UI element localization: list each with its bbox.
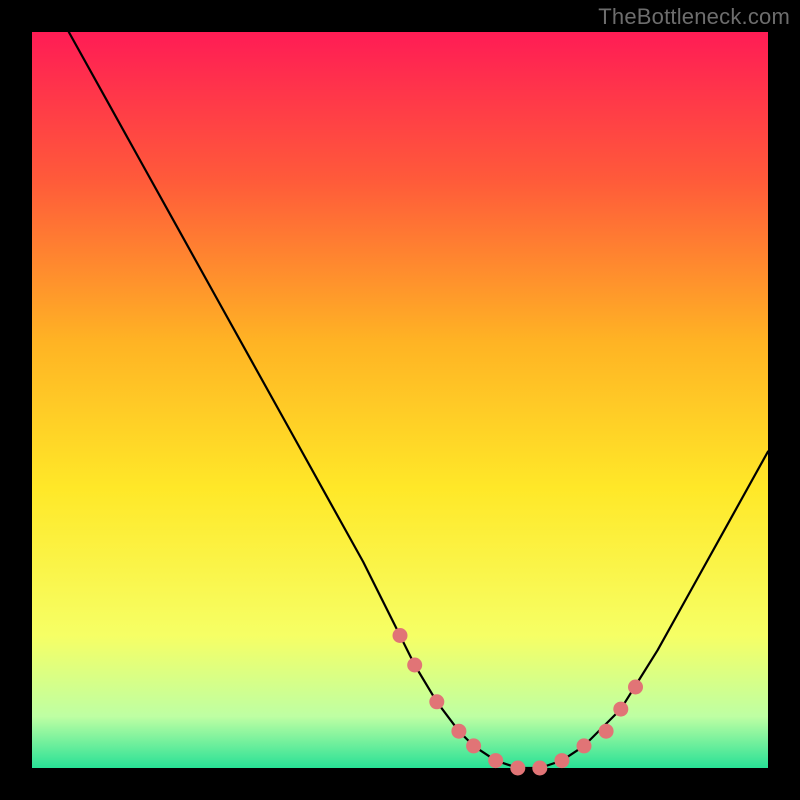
curve-marker [628,680,643,695]
curve-marker [451,724,466,739]
bottleneck-chart [0,0,800,800]
chart-stage: TheBottleneck.com [0,0,800,800]
curve-marker [488,753,503,768]
curve-marker [613,702,628,717]
curve-marker [532,761,547,776]
curve-marker [466,738,481,753]
curve-marker [393,628,408,643]
watermark-label: TheBottleneck.com [598,4,790,30]
curve-marker [554,753,569,768]
curve-marker [510,761,525,776]
curve-marker [407,658,422,673]
plot-background [32,32,768,768]
curve-marker [429,694,444,709]
curve-marker [599,724,614,739]
curve-marker [577,738,592,753]
